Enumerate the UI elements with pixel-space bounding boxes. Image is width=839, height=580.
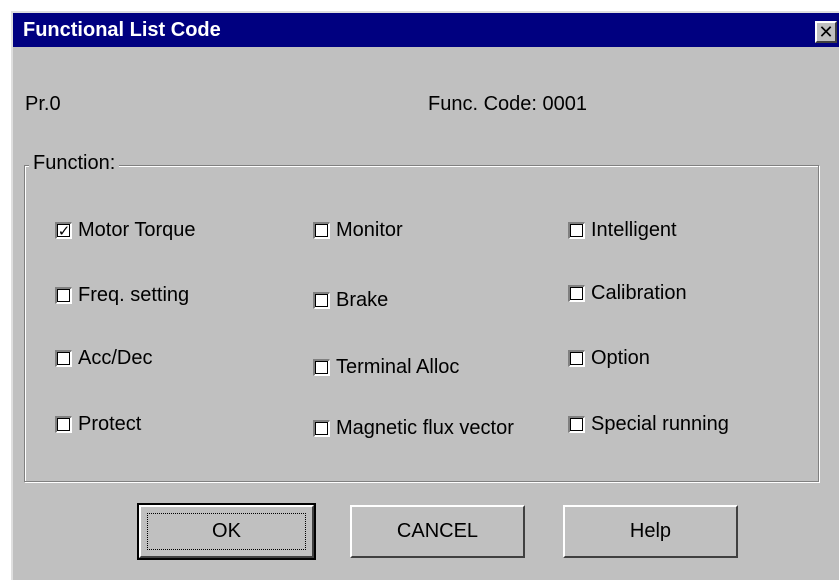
checkbox-terminal-alloc[interactable]: Terminal Alloc xyxy=(313,356,459,379)
checkbox-motor-torque[interactable]: ✓ Motor Torque xyxy=(55,219,195,242)
title-bar[interactable]: Functional List Code ✕ xyxy=(13,13,839,47)
checkbox-label: Special running xyxy=(591,413,729,435)
checkbox-calibration[interactable]: Calibration xyxy=(568,282,687,305)
checkbox-intelligent[interactable]: Intelligent xyxy=(568,219,677,242)
checkbox-special-running[interactable]: Special running xyxy=(568,413,729,436)
window-title: Functional List Code xyxy=(23,19,221,41)
cancel-button[interactable]: CANCEL xyxy=(350,505,525,558)
close-button[interactable]: ✕ xyxy=(815,21,837,43)
checkmark-icon: ✓ xyxy=(57,221,71,240)
func-code-label: Func. Code: 0001 xyxy=(428,93,587,115)
checkbox-label: Freq. setting xyxy=(78,284,190,306)
function-group-legend: Function: xyxy=(29,152,120,175)
checkbox-label: Magnetic flux vector xyxy=(336,417,514,439)
checkbox-box[interactable] xyxy=(313,359,330,376)
checkbox-label: Monitor xyxy=(336,219,403,241)
checkbox-box[interactable] xyxy=(313,222,330,239)
checkbox-option[interactable]: Option xyxy=(568,347,650,370)
checkbox-label: Calibration xyxy=(591,282,687,304)
param-label: Pr.0 xyxy=(25,93,61,115)
help-button-label: Help xyxy=(629,520,672,542)
close-icon: ✕ xyxy=(818,22,834,42)
checkbox-acc-dec[interactable]: Acc/Dec xyxy=(55,347,152,370)
checkbox-freq-setting[interactable]: Freq. setting xyxy=(55,284,189,307)
checkbox-box[interactable] xyxy=(568,350,585,367)
checkbox-box[interactable] xyxy=(568,285,585,302)
checkbox-box[interactable] xyxy=(568,222,585,239)
checkbox-label: Terminal Alloc xyxy=(336,356,460,378)
checkbox-label: Option xyxy=(591,347,650,369)
checkbox-label: Brake xyxy=(336,289,389,311)
checkbox-label: Motor Torque xyxy=(78,219,196,241)
focus-rectangle xyxy=(147,513,306,550)
functional-list-code-dialog: Functional List Code ✕ Pr.0 Func. Code: … xyxy=(11,11,839,580)
checkbox-box[interactable] xyxy=(55,287,72,304)
checkbox-magnetic-flux-vector[interactable]: Magnetic flux vector xyxy=(313,417,514,440)
checkbox-box[interactable] xyxy=(313,292,330,309)
checkbox-monitor[interactable]: Monitor xyxy=(313,219,403,242)
cancel-button-label: CANCEL xyxy=(396,520,479,542)
checkbox-protect[interactable]: Protect xyxy=(55,413,141,436)
checkbox-label: Protect xyxy=(78,413,142,435)
checkbox-box[interactable] xyxy=(313,420,330,437)
checkbox-box[interactable] xyxy=(55,350,72,367)
checkbox-label: Intelligent xyxy=(591,219,677,241)
checkbox-box[interactable] xyxy=(55,416,72,433)
help-button[interactable]: Help xyxy=(563,505,738,558)
checkbox-box[interactable] xyxy=(568,416,585,433)
ok-button[interactable]: OK xyxy=(137,503,316,560)
checkbox-brake[interactable]: Brake xyxy=(313,289,388,312)
checkbox-box[interactable]: ✓ xyxy=(55,222,72,239)
checkbox-label: Acc/Dec xyxy=(78,347,153,369)
